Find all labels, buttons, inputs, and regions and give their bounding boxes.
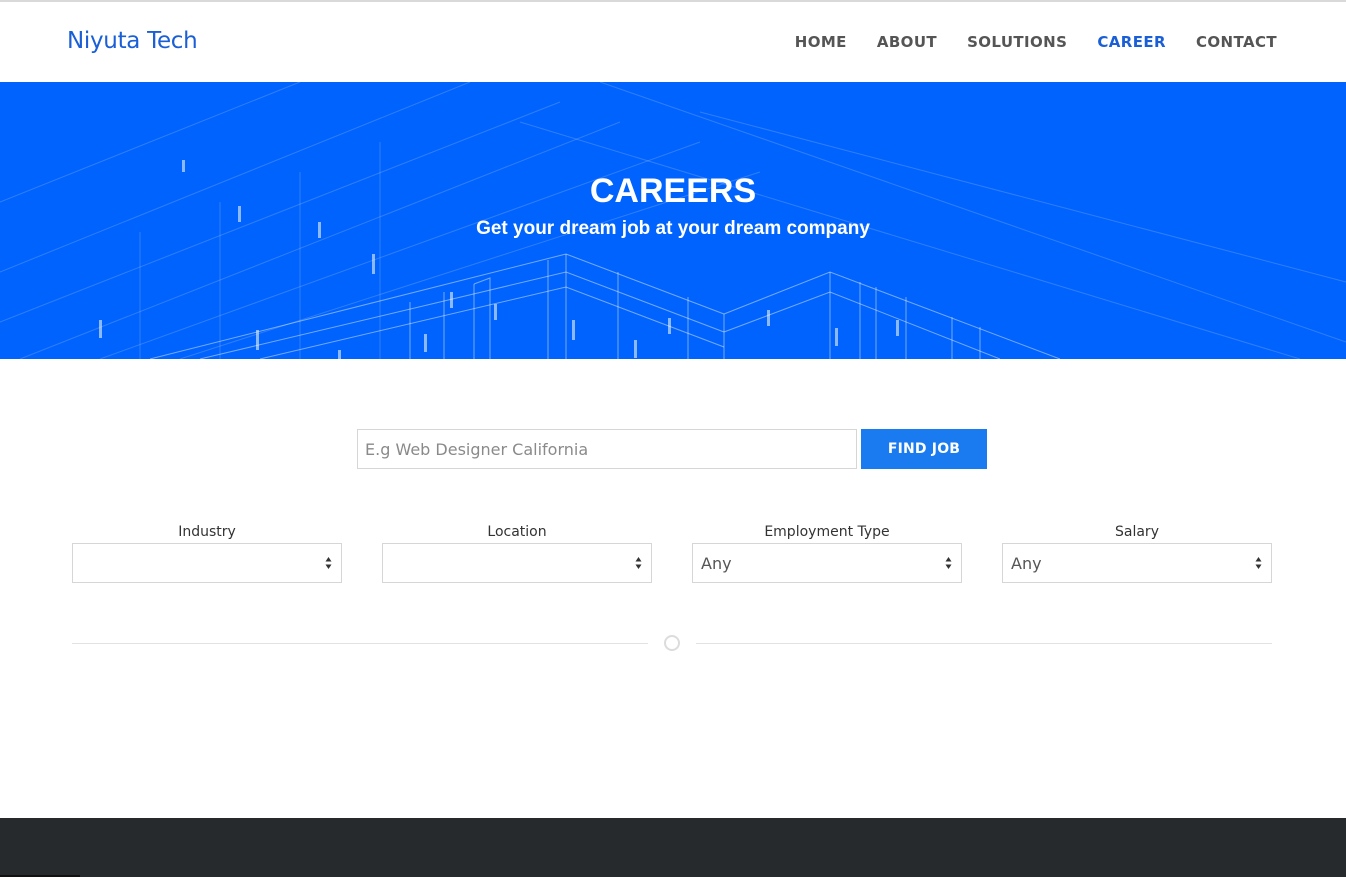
job-search-input[interactable] <box>357 429 857 469</box>
filter-label-salary: Salary <box>1115 524 1159 540</box>
salary-select-value: Any <box>1011 554 1042 573</box>
nav-contact[interactable]: CONTACT <box>1196 33 1277 51</box>
nav-career[interactable]: CAREER <box>1097 33 1166 51</box>
salary-select[interactable]: Any <box>1002 543 1272 583</box>
filter-employment-type: Employment Type Any <box>692 523 962 583</box>
divider-line-left <box>72 643 648 644</box>
select-arrows-icon <box>1255 557 1262 569</box>
nav-about[interactable]: ABOUT <box>877 33 937 51</box>
page-subtitle: Get your dream job at your dream company <box>476 218 870 239</box>
hero-banner: CAREERS Get your dream job at your dream… <box>0 82 1346 359</box>
filter-label-employment-type: Employment Type <box>764 524 890 540</box>
page-title: CAREERS <box>589 172 757 210</box>
select-arrows-icon <box>635 557 642 569</box>
filter-industry: Industry <box>72 523 342 583</box>
filter-salary: Salary Any <box>1002 523 1272 583</box>
select-arrows-icon <box>945 557 952 569</box>
nav-home[interactable]: HOME <box>795 33 847 51</box>
find-job-button[interactable]: FIND JOB <box>861 429 987 469</box>
site-header: Niyuta Tech HOME ABOUT SOLUTIONS CAREER … <box>0 2 1346 82</box>
employment-type-select[interactable]: Any <box>692 543 962 583</box>
brand-logo[interactable]: Niyuta Tech <box>67 28 198 54</box>
site-footer <box>0 818 1346 877</box>
filter-location: Location <box>382 523 652 583</box>
filter-label-industry: Industry <box>178 524 236 540</box>
filter-label-location: Location <box>487 524 547 540</box>
location-select[interactable] <box>382 543 652 583</box>
select-arrows-icon <box>325 557 332 569</box>
divider-line-right <box>696 643 1272 644</box>
divider-circle-icon <box>664 635 680 651</box>
nav-solutions[interactable]: SOLUTIONS <box>967 33 1067 51</box>
industry-select[interactable] <box>72 543 342 583</box>
main-nav: HOME ABOUT SOLUTIONS CAREER CONTACT <box>795 33 1277 51</box>
employment-type-select-value: Any <box>701 554 732 573</box>
